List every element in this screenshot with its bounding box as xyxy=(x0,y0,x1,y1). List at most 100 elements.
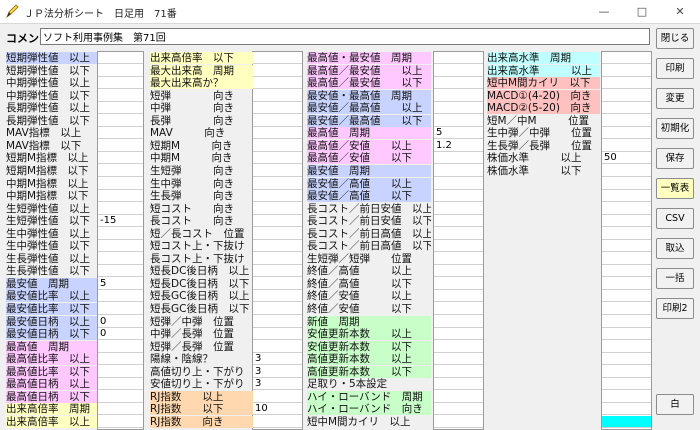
condition-value-field[interactable] xyxy=(602,115,651,127)
condition-value-field[interactable] xyxy=(253,102,302,114)
condition-value-field[interactable]: 3 xyxy=(253,353,302,365)
condition-value-field[interactable] xyxy=(98,353,143,365)
condition-value-field[interactable] xyxy=(602,165,651,177)
condition-value-field[interactable] xyxy=(98,115,143,127)
condition-value-field[interactable] xyxy=(434,353,483,365)
condition-value-field[interactable] xyxy=(98,90,143,102)
condition-value-field[interactable] xyxy=(434,278,483,290)
condition-value-field[interactable] xyxy=(602,77,651,89)
condition-value-field[interactable] xyxy=(434,403,483,415)
condition-value-field[interactable] xyxy=(253,115,302,127)
condition-value-field[interactable] xyxy=(253,253,302,265)
condition-value-field[interactable]: 0 xyxy=(98,316,143,328)
condition-value-field[interactable] xyxy=(253,90,302,102)
condition-value-field[interactable] xyxy=(434,228,483,240)
condition-value-field[interactable] xyxy=(253,391,302,403)
condition-value-field[interactable] xyxy=(253,140,302,152)
batch-button[interactable]: 一括 xyxy=(656,268,694,289)
condition-value-field[interactable] xyxy=(253,290,302,302)
condition-value-field[interactable] xyxy=(98,178,143,190)
empty-value-field[interactable] xyxy=(602,353,651,365)
condition-value-field[interactable] xyxy=(434,102,483,114)
condition-value-field[interactable] xyxy=(98,303,143,315)
condition-value-field[interactable] xyxy=(434,416,483,428)
condition-value-field[interactable] xyxy=(253,316,302,328)
condition-value-field[interactable] xyxy=(253,328,302,340)
comment-input[interactable] xyxy=(40,28,650,45)
condition-value-field[interactable] xyxy=(253,127,302,139)
condition-value-field[interactable] xyxy=(602,102,651,114)
condition-value-field[interactable] xyxy=(253,278,302,290)
condition-value-field[interactable] xyxy=(98,152,143,164)
condition-value-field[interactable]: 3 xyxy=(253,378,302,390)
condition-value-field[interactable] xyxy=(434,152,483,164)
condition-value-field[interactable] xyxy=(602,140,651,152)
condition-value-field[interactable] xyxy=(434,52,483,64)
condition-value-field[interactable] xyxy=(434,391,483,403)
condition-value-field[interactable] xyxy=(98,52,143,64)
condition-value-field[interactable] xyxy=(98,203,143,215)
empty-value-field[interactable] xyxy=(602,190,651,202)
condition-value-field[interactable] xyxy=(253,65,302,77)
condition-value-field[interactable] xyxy=(98,366,143,378)
empty-value-field[interactable] xyxy=(602,253,651,265)
condition-value-field[interactable] xyxy=(434,115,483,127)
condition-value-field[interactable] xyxy=(602,52,651,64)
condition-value-field[interactable] xyxy=(98,290,143,302)
print2-button[interactable]: 印刷2 xyxy=(656,298,694,319)
empty-value-field[interactable] xyxy=(602,228,651,240)
empty-value-field[interactable] xyxy=(602,178,651,190)
condition-value-field[interactable]: 50 xyxy=(602,152,651,164)
condition-value-field[interactable] xyxy=(602,65,651,77)
condition-value-field[interactable]: 3 xyxy=(253,366,302,378)
condition-value-field[interactable] xyxy=(434,165,483,177)
condition-value-field[interactable] xyxy=(98,265,143,277)
white-button[interactable]: 白 xyxy=(656,394,694,415)
condition-value-field[interactable] xyxy=(434,190,483,202)
condition-value-field[interactable] xyxy=(253,228,302,240)
list-button[interactable]: 一覧表 xyxy=(656,178,694,199)
condition-value-field[interactable]: -15 xyxy=(98,215,143,227)
empty-value-field[interactable] xyxy=(602,391,651,403)
maximize-button[interactable]: □ xyxy=(622,0,662,24)
close-button[interactable]: 閉じる xyxy=(656,28,694,49)
condition-value-field[interactable] xyxy=(98,391,143,403)
condition-value-field[interactable] xyxy=(434,215,483,227)
print-button[interactable]: 印刷 xyxy=(656,58,694,79)
condition-value-field[interactable] xyxy=(434,253,483,265)
condition-value-field[interactable] xyxy=(98,253,143,265)
empty-value-field[interactable] xyxy=(602,265,651,277)
condition-value-field[interactable] xyxy=(98,140,143,152)
change-button[interactable]: 変更 xyxy=(656,88,694,109)
close-window-button[interactable]: ✕ xyxy=(660,0,700,24)
condition-value-field[interactable] xyxy=(253,77,302,89)
condition-value-field[interactable] xyxy=(434,341,483,353)
condition-value-field[interactable] xyxy=(98,403,143,415)
condition-value-field[interactable] xyxy=(253,178,302,190)
save-button[interactable]: 保存 xyxy=(656,148,694,169)
condition-value-field[interactable]: 5 xyxy=(434,127,483,139)
condition-value-field[interactable]: 5 xyxy=(98,278,143,290)
condition-value-field[interactable] xyxy=(98,165,143,177)
condition-value-field[interactable] xyxy=(253,165,302,177)
empty-value-field[interactable] xyxy=(602,290,651,302)
condition-value-field[interactable] xyxy=(434,203,483,215)
condition-value-field[interactable] xyxy=(98,127,143,139)
empty-value-field[interactable] xyxy=(602,366,651,378)
initialize-button[interactable]: 初期化 xyxy=(656,118,694,139)
empty-value-field[interactable] xyxy=(602,403,651,415)
condition-value-field[interactable] xyxy=(253,240,302,252)
condition-value-field[interactable] xyxy=(98,77,143,89)
empty-value-field[interactable] xyxy=(602,240,651,252)
condition-value-field[interactable] xyxy=(98,190,143,202)
condition-value-field[interactable]: 10 xyxy=(253,403,302,415)
import-button[interactable]: 取込 xyxy=(656,238,694,259)
condition-value-field[interactable] xyxy=(253,303,302,315)
condition-value-field[interactable] xyxy=(434,265,483,277)
condition-value-field[interactable] xyxy=(98,341,143,353)
condition-value-field[interactable] xyxy=(253,152,302,164)
condition-value-field[interactable] xyxy=(434,240,483,252)
condition-value-field[interactable]: 1.2 xyxy=(434,140,483,152)
condition-value-field[interactable] xyxy=(253,215,302,227)
condition-value-field[interactable] xyxy=(98,240,143,252)
